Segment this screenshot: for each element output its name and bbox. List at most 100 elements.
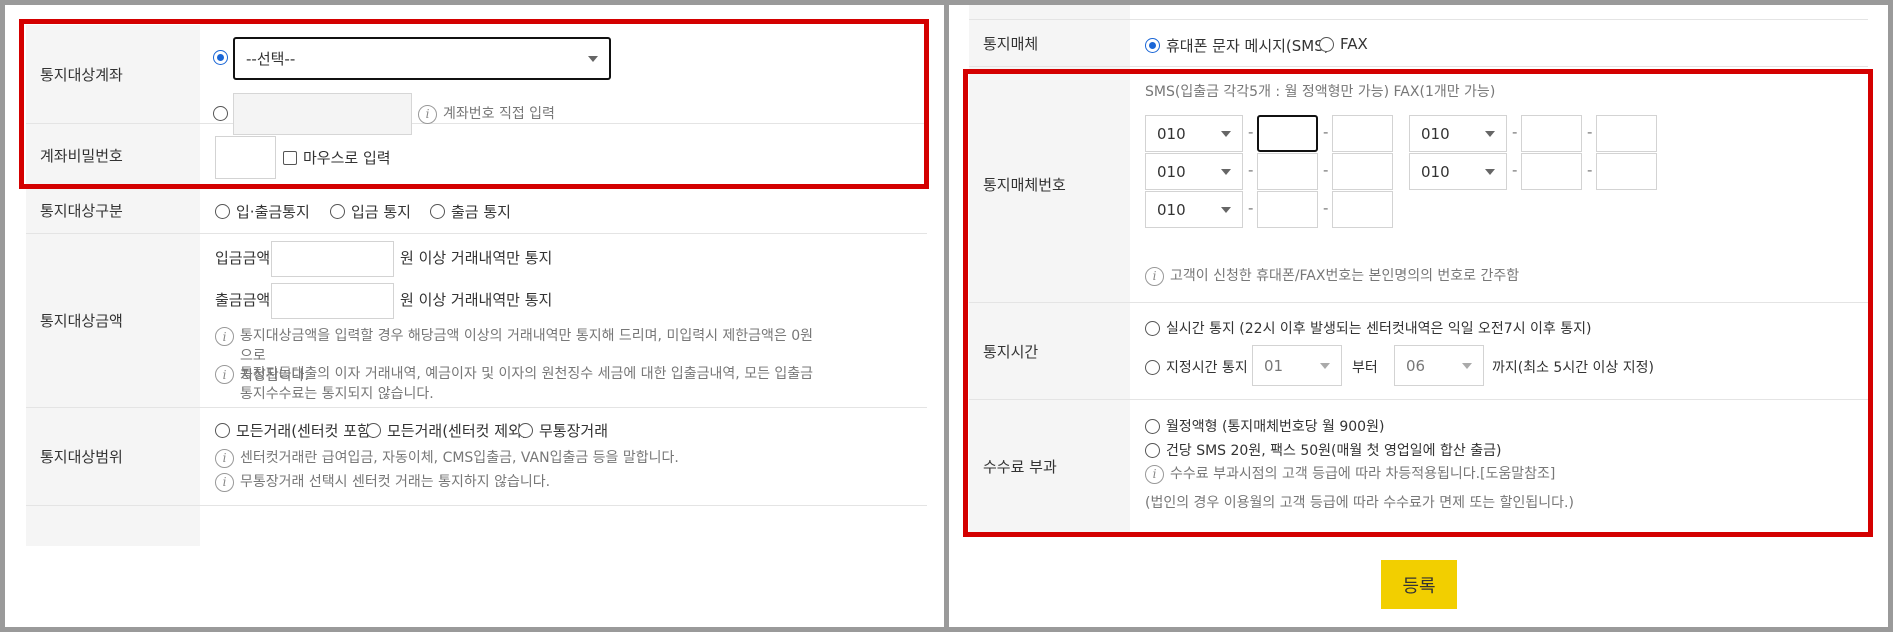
withdraw-amount-input[interactable] xyxy=(271,283,394,319)
amount-note-2: 통장자동대출의 이자 거래내역, 예금이자 및 이자의 원천징수 세금에 대한 … xyxy=(240,366,814,402)
info-icon: i xyxy=(418,104,437,124)
radio-realtime[interactable] xyxy=(1145,320,1160,336)
fee-note: i 수수료 부과시점의 고객 등급에 따라 차등적용됩니다.[도움말참조] xyxy=(1145,464,1555,484)
medium-option-fax[interactable]: FAX xyxy=(1319,35,1368,53)
range-label: 통지대상범위 xyxy=(26,408,200,505)
radio-fax[interactable] xyxy=(1319,36,1334,52)
info-icon: i xyxy=(215,365,234,384)
row-medium: 통지매체 휴대폰 문자 메시지(SMS) FAX xyxy=(969,20,1868,67)
account-manual-radio[interactable] xyxy=(213,106,228,121)
chevron-down-icon xyxy=(1221,168,1231,175)
account-manual-note: i 계좌번호 직접 입력 xyxy=(418,104,555,124)
info-icon: i xyxy=(215,448,234,468)
row-range: 통지대상범위 모든거래(센터컷 포함) 모든거래(센터컷 제외) 무통장거래 i… xyxy=(26,408,927,506)
radio-deposit[interactable] xyxy=(330,204,345,219)
account-select-radio[interactable] xyxy=(213,50,228,65)
phone-prefix-select-3[interactable]: 010 xyxy=(1145,153,1243,190)
account-select[interactable]: --선택-- xyxy=(233,37,611,80)
time-to-suffix: 까지(최소 5시간 이상 지정) xyxy=(1492,360,1654,376)
row-next-partial xyxy=(26,506,927,546)
withdraw-amount-label: 출금금액 xyxy=(215,291,271,309)
fee-corp-note: (법인의 경우 이용월의 고객 등급에 따라 수수료가 면제 또는 할인됩니다.… xyxy=(1145,495,1574,511)
chevron-down-icon xyxy=(1485,168,1495,175)
time-label: 통지시간 xyxy=(969,303,1130,399)
right-panel: 통지매체 휴대폰 문자 메시지(SMS) FAX 통지매체번호 SMS(입출금 … xyxy=(949,5,1888,627)
panel-divider xyxy=(944,0,949,632)
phone-last-input-2[interactable] xyxy=(1596,115,1657,152)
mouse-input-option[interactable]: 마우스로 입력 xyxy=(283,147,391,168)
number-label: 통지매체번호 xyxy=(969,67,1130,302)
medium-option-sms[interactable]: 휴대폰 문자 메시지(SMS) xyxy=(1145,35,1330,56)
row-prev-partial xyxy=(969,5,1868,20)
time-option-realtime[interactable]: 실시간 통지 (22시 이후 발생되는 센터컷내역은 익일 오전7시 이후 통지… xyxy=(1145,318,1591,338)
radio-all-without[interactable] xyxy=(366,423,381,438)
fee-label: 수수료 부과 xyxy=(969,400,1130,533)
phone-middle-input-3[interactable] xyxy=(1257,153,1318,190)
row-target-type: 통지대상구분 입·출금통지 입금 통지 출금 통지 xyxy=(26,188,927,234)
phone-middle-input-1[interactable] xyxy=(1257,115,1318,152)
range-note-2: i 무통장거래 선택시 센터컷 거래는 통지하지 않습니다. xyxy=(215,472,550,492)
phone-last-input-3[interactable] xyxy=(1332,153,1393,190)
phone-last-input-5[interactable] xyxy=(1332,191,1393,228)
phone-prefix-select-2[interactable]: 010 xyxy=(1409,115,1507,152)
password-input[interactable] xyxy=(215,136,276,179)
radio-both[interactable] xyxy=(215,204,230,219)
chevron-down-icon xyxy=(1221,206,1231,213)
number-header: SMS(입출금 각각5개 : 월 정액형만 가능) FAX(1개만 가능) xyxy=(1145,84,1496,100)
deposit-amount-label: 입금금액 xyxy=(215,249,271,267)
row-password: 계좌비밀번호 마우스로 입력 xyxy=(26,124,927,188)
chevron-down-icon xyxy=(1320,362,1330,369)
fee-option-monthly[interactable]: 월정액형 (통지매체번호당 월 900원) xyxy=(1145,416,1384,436)
phone-middle-input-4[interactable] xyxy=(1521,153,1582,190)
left-panel: 통지대상계좌 --선택-- i 계좌번호 직접 입력 계좌비밀번호 마우스로 입… xyxy=(5,5,944,627)
phone-middle-input-5[interactable] xyxy=(1257,191,1318,228)
radio-no-passbook[interactable] xyxy=(518,423,533,438)
time-from-select[interactable]: 01 xyxy=(1252,345,1342,386)
target-type-option-deposit[interactable]: 입금 통지 xyxy=(330,201,411,222)
row-time: 통지시간 실시간 통지 (22시 이후 발생되는 센터컷내역은 익일 오전7시 … xyxy=(969,303,1868,400)
row-account: 통지대상계좌 --선택-- i 계좌번호 직접 입력 xyxy=(26,25,927,135)
range-option-all-with-centercut[interactable]: 모든거래(센터컷 포함) xyxy=(215,420,377,441)
row-fee: 수수료 부과 월정액형 (통지매체번호당 월 900원) 건당 SMS 20원,… xyxy=(969,400,1868,533)
target-type-option-both[interactable]: 입·출금통지 xyxy=(215,201,310,222)
row-amount: 통지대상금액 입금금액 원 이상 거래내역만 통지 출금금액 원 이상 거래내역… xyxy=(26,234,927,408)
account-select-value: --선택-- xyxy=(246,50,296,68)
phone-prefix-select-5[interactable]: 010 xyxy=(1145,191,1243,228)
range-option-all-without-centercut[interactable]: 모든거래(센터컷 제외) xyxy=(366,420,528,441)
number-note: i 고객이 신청한 휴대폰/FAX번호는 본인명의의 번호로 간주함 xyxy=(1145,266,1519,286)
amount-label: 통지대상금액 xyxy=(26,234,200,407)
range-option-no-passbook[interactable]: 무통장거래 xyxy=(518,420,608,441)
password-label: 계좌비밀번호 xyxy=(26,124,200,187)
radio-per-message[interactable] xyxy=(1145,442,1160,458)
info-icon: i xyxy=(1145,464,1164,484)
chevron-down-icon xyxy=(588,55,598,62)
next-row-label xyxy=(26,506,200,546)
phone-last-input-1[interactable] xyxy=(1332,115,1393,152)
radio-monthly[interactable] xyxy=(1145,418,1160,434)
radio-all-with[interactable] xyxy=(215,423,230,438)
time-option-scheduled[interactable]: 지정시간 통지 xyxy=(1145,357,1248,377)
target-type-label: 통지대상구분 xyxy=(26,188,200,233)
mouse-input-checkbox[interactable] xyxy=(283,150,297,165)
time-to-select[interactable]: 06 xyxy=(1394,345,1484,386)
range-note-1: i 센터컷거래란 급여입금, 자동이체, CMS입출금, VAN입출금 등을 말… xyxy=(215,448,679,468)
row-number: 통지매체번호 SMS(입출금 각각5개 : 월 정액형만 가능) FAX(1개만… xyxy=(969,67,1868,303)
time-from-suffix: 부터 xyxy=(1352,360,1378,376)
chevron-down-icon xyxy=(1221,130,1231,137)
target-type-option-withdraw[interactable]: 출금 통지 xyxy=(430,201,511,222)
phone-last-input-4[interactable] xyxy=(1596,153,1657,190)
medium-label: 통지매체 xyxy=(969,20,1130,66)
account-label: 통지대상계좌 xyxy=(26,25,200,123)
radio-scheduled[interactable] xyxy=(1145,359,1160,375)
radio-sms[interactable] xyxy=(1145,38,1160,53)
radio-withdraw[interactable] xyxy=(430,204,445,219)
phone-middle-input-2[interactable] xyxy=(1521,115,1582,152)
register-button[interactable]: 등록 xyxy=(1381,560,1457,609)
deposit-amount-suffix: 원 이상 거래내역만 통지 xyxy=(400,249,553,267)
phone-prefix-select-4[interactable]: 010 xyxy=(1409,153,1507,190)
withdraw-amount-suffix: 원 이상 거래내역만 통지 xyxy=(400,291,553,309)
phone-prefix-select-1[interactable]: 010 xyxy=(1145,115,1243,152)
fee-option-per-message[interactable]: 건당 SMS 20원, 팩스 50원(매월 첫 영업일에 합산 출금) xyxy=(1145,440,1501,460)
deposit-amount-input[interactable] xyxy=(271,241,394,277)
info-icon: i xyxy=(215,327,234,346)
